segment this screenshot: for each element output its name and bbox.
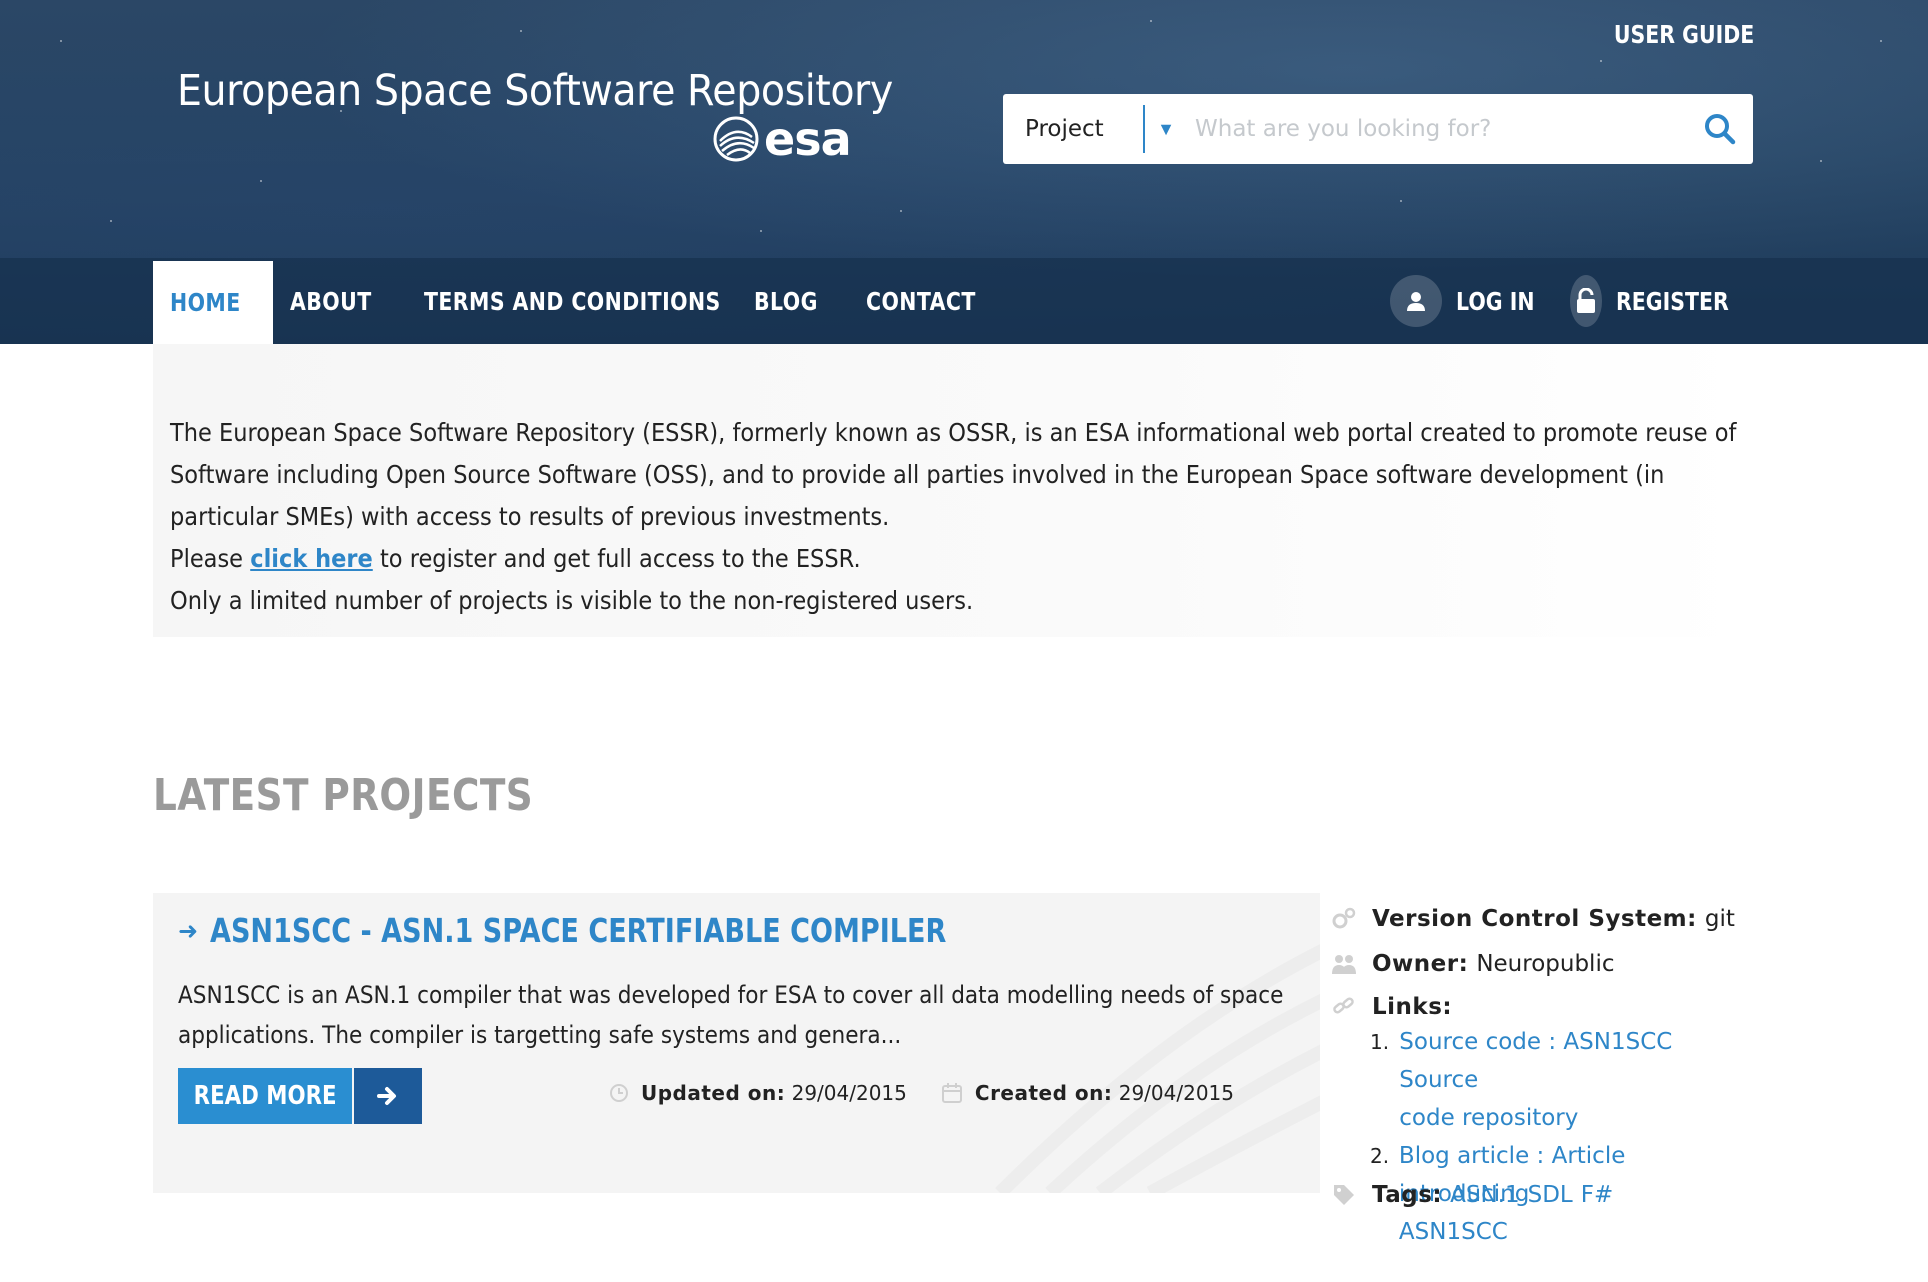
vcs-row: Version Control System: git (1330, 905, 1735, 933)
nav-home[interactable]: HOME (153, 261, 274, 344)
project-desc-line-1: ASN1SCC is an ASN.1 compiler that was de… (178, 981, 1284, 1009)
site-header: USER GUIDE European Space Software Repos… (0, 0, 1928, 344)
links-label: Links: (1372, 994, 1453, 1020)
user-icon (1390, 275, 1442, 327)
link-number: 1. (1370, 1030, 1390, 1054)
source-code-link-cont[interactable]: code repository (1399, 1105, 1578, 1131)
links-row: Links: (1330, 993, 1460, 1021)
nav-blog[interactable]: BLOG (737, 258, 849, 344)
updated-on: Updated on: 29/04/2015 (609, 1081, 907, 1105)
search-button[interactable] (1687, 94, 1753, 164)
intro-panel: The European Space Software Repository (… (153, 344, 1751, 637)
owner-value: Neuropublic (1476, 951, 1615, 977)
esa-logo-text: esa (764, 112, 852, 166)
updated-value: 29/04/2015 (791, 1081, 907, 1105)
updated-label: Updated on: (641, 1081, 786, 1105)
nav-contact[interactable]: CONTACT (849, 258, 1017, 344)
users-icon (1330, 950, 1358, 978)
search-category-select[interactable]: Project (1003, 94, 1143, 164)
tag-link[interactable]: SDL (1528, 1182, 1573, 1208)
tag-link[interactable]: ASN.1 (1450, 1182, 1519, 1208)
esa-logo[interactable]: esa (712, 112, 852, 166)
search-icon (1705, 114, 1736, 145)
main-nav: HOME ABOUT TERMS AND CONDITIONS BLOG CON… (0, 258, 1928, 344)
intro-register-line: Please click here to register and get full… (170, 538, 1578, 580)
register-label: REGISTER (1616, 286, 1730, 316)
created-value: 29/04/2015 (1118, 1081, 1235, 1105)
intro-line-1: The European Space Software Repository (… (170, 418, 1737, 447)
esa-swirl-icon (713, 116, 759, 162)
calendar-icon (941, 1083, 962, 1103)
nav-blog-label: BLOG (753, 286, 818, 316)
nav-home-label: HOME (170, 288, 241, 317)
lock-icon (1570, 275, 1603, 327)
nav-list: HOME ABOUT TERMS AND CONDITIONS BLOG CON… (153, 258, 1016, 344)
source-code-link[interactable]: Source code : ASN1SCC Source (1399, 1029, 1672, 1093)
tags-label: Tags: (1372, 1182, 1443, 1208)
account-nav: LOG IN REGISTER (1390, 258, 1754, 344)
owner-label: Owner: (1372, 951, 1469, 977)
click-here-link[interactable]: click here (250, 544, 373, 573)
read-more-label: READ MORE (193, 1081, 337, 1111)
search-bar: Project ▼ (1003, 94, 1753, 164)
project-dates: Updated on: 29/04/2015 Created on: 29/04… (609, 1081, 1234, 1105)
project-links-list: 1. Source code : ASN1SCC Source code rep… (1370, 1023, 1750, 1251)
arrow-right-icon: ➜ (178, 916, 199, 945)
user-guide-link[interactable]: USER GUIDE (1614, 20, 1754, 49)
intro-register-text: to register and get full access to the E… (379, 544, 861, 573)
tag-icon (1330, 1181, 1358, 1209)
created-on: Created on: 29/04/2015 (941, 1081, 1234, 1105)
chevron-down-icon[interactable]: ▼ (1145, 94, 1187, 164)
intro-line-3: particular SMEs) with access to results … (170, 502, 890, 531)
tag-link[interactable]: F# (1581, 1182, 1614, 1208)
project-card: ➜ ASN1SCC - ASN.1 SPACE CERTIFIABLE COMP… (153, 893, 1320, 1193)
login-button[interactable]: LOG IN (1390, 258, 1570, 344)
intro-line-2: Software including Open Source Software … (170, 460, 1665, 489)
project-title: ASN1SCC - ASN.1 SPACE CERTIFIABLE COMPIL… (210, 911, 947, 950)
gears-icon (1330, 905, 1358, 933)
nav-terms[interactable]: TERMS AND CONDITIONS (407, 258, 737, 344)
tags-row: Tags: ASN.1 SDL F# (1330, 1181, 1621, 1209)
login-label: LOG IN (1456, 286, 1535, 316)
register-button[interactable]: REGISTER (1570, 258, 1754, 344)
intro-please: Please (170, 544, 244, 573)
nav-terms-label: TERMS AND CONDITIONS (423, 286, 721, 316)
created-label: Created on: (974, 1081, 1113, 1105)
intro-limited-line: Only a limited number of projects is vis… (170, 586, 974, 615)
read-more-button[interactable]: READ MORE (178, 1068, 422, 1124)
project-title-link[interactable]: ➜ ASN1SCC - ASN.1 SPACE CERTIFIABLE COMP… (178, 911, 1108, 950)
vcs-value: git (1704, 906, 1735, 932)
link-icon (1330, 993, 1358, 1021)
read-more-label-box: READ MORE (178, 1068, 352, 1124)
nav-about[interactable]: ABOUT (273, 258, 407, 344)
project-link-item: 1. Source code : ASN1SCC Source code rep… (1370, 1023, 1750, 1137)
arrow-right-icon (354, 1068, 422, 1124)
project-description: ASN1SCC is an ASN.1 compiler that was de… (178, 975, 1284, 1055)
nav-about-label: ABOUT (290, 286, 372, 316)
nav-contact-label: CONTACT (865, 286, 976, 316)
blog-article-link-cont[interactable]: ASN1SCC (1399, 1219, 1508, 1245)
owner-row: Owner: Neuropublic (1330, 950, 1615, 978)
site-title[interactable]: European Space Software Repository (177, 66, 893, 116)
latest-projects-heading: LATEST PROJECTS (153, 770, 534, 821)
clock-icon (610, 1084, 628, 1102)
project-desc-line-2: applications. The compiler is targetting… (178, 1021, 902, 1049)
search-input[interactable] (1187, 94, 1687, 164)
vcs-label: Version Control System: (1372, 906, 1697, 932)
